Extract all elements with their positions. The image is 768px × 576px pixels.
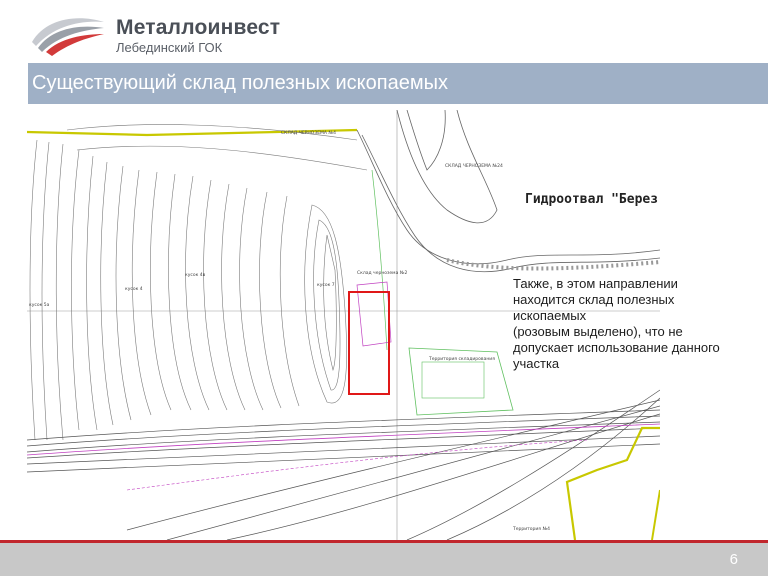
map-label-bottom1: Территория №4 — [512, 526, 550, 532]
company-logo: Металлоинвест Лебединский ГОК — [28, 12, 281, 56]
slide-title-bar: Существующий склад полезных ископаемых — [28, 63, 768, 104]
railway-tracks — [27, 389, 660, 540]
hydro-dump-shore — [356, 110, 660, 273]
page-number: 6 — [729, 551, 738, 568]
map-label-left2: кусок 4в — [185, 272, 206, 278]
slide-footer: 6 — [0, 543, 768, 576]
map-label-mid1: Склад чернозема №2 — [357, 270, 407, 276]
map-label-left4: кусок 7 — [317, 282, 335, 288]
dam-embankment — [446, 258, 660, 271]
boundary-line-bottom-edge — [651, 489, 660, 540]
map-label-top1: СКЛАД ЧЕРНОЗЕМА №4 — [281, 130, 336, 136]
hydro-dump-label: Гидроотвал "Берез — [525, 192, 659, 207]
magenta-dashed-line — [126, 439, 588, 491]
company-subtitle: Лебединский ГОК — [116, 40, 223, 55]
slide-note-text: Также, в этом направлении находится скла… — [513, 276, 720, 371]
map-label-left3: кусок 5а — [29, 302, 50, 308]
green-line — [371, 169, 388, 351]
slide-title: Существующий склад полезных ископаемых — [32, 72, 448, 94]
map-label-top2: СКЛАД ЧЕРНОЗЕМА №24 — [445, 163, 503, 169]
map-label-right1: Территория складирования — [428, 356, 495, 362]
green-field-inner — [421, 361, 485, 399]
metalloinvest-swoosh-logo-icon — [32, 18, 104, 56]
map-label-left1: кусок 4 — [125, 286, 143, 292]
company-name: Металлоинвест — [116, 16, 281, 39]
